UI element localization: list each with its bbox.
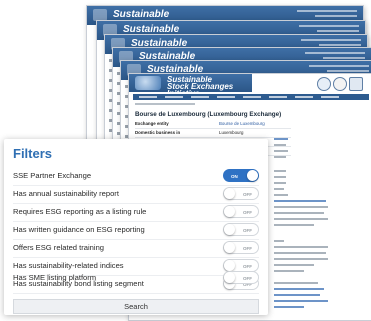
filter-toggle[interactable]: OFF bbox=[223, 187, 259, 200]
filter-label: Offers ESG related training bbox=[13, 243, 105, 252]
toggle-knob bbox=[247, 170, 258, 181]
partner-logo-icon bbox=[349, 77, 363, 91]
header-nav-lines bbox=[297, 10, 357, 20]
table-value: Luxembourg bbox=[219, 130, 244, 135]
site-nav-bar[interactable] bbox=[133, 94, 369, 100]
filter-label: Has written guidance on ESG reporting bbox=[13, 225, 145, 234]
table-key: Domestic business in bbox=[135, 130, 181, 135]
filter-toggle[interactable]: ON bbox=[223, 169, 259, 182]
toggle-knob bbox=[224, 206, 235, 217]
toggle-state-text: OFF bbox=[243, 276, 252, 281]
table-row: Domestic business in Luxembourg bbox=[135, 129, 291, 138]
filter-toggle[interactable]: OFF bbox=[223, 223, 259, 236]
toggle-state-text: ON bbox=[231, 174, 238, 179]
table-key: Exchange entity bbox=[135, 121, 169, 126]
site-header-banner: Sustainable Stock Exchanges Initiative bbox=[129, 74, 252, 98]
filter-row-sme-platform[interactable]: Has SME listing platform OFF bbox=[13, 270, 259, 286]
filter-label: Requires ESG reporting as a listing rule bbox=[13, 207, 147, 216]
filter-row-esg-training[interactable]: Offers ESG related training OFF bbox=[13, 240, 259, 256]
toggle-state-text: OFF bbox=[243, 192, 252, 197]
partner-logo-icon bbox=[333, 77, 347, 91]
page-content-lines bbox=[274, 240, 334, 276]
un-emblem-icon bbox=[317, 77, 331, 91]
breadcrumb[interactable] bbox=[135, 103, 195, 105]
page-content-lines bbox=[274, 138, 334, 162]
filter-toggle[interactable]: OFF bbox=[223, 271, 259, 284]
filter-label: Has sustainability-related indices bbox=[13, 261, 124, 270]
table-row: Exchange entity Bourse de Luxembourg bbox=[135, 120, 291, 129]
page-title: Bourse de Luxembourg (Luxembourg Exchang… bbox=[135, 111, 282, 118]
filter-row-sse-partner[interactable]: SSE Partner Exchange ON bbox=[13, 168, 259, 184]
page-content-lines bbox=[274, 282, 334, 312]
toggle-knob bbox=[224, 224, 235, 235]
filter-row-esg-listing-rule[interactable]: Requires ESG reporting as a listing rule… bbox=[13, 204, 259, 220]
filters-panel: Filters SSE Partner Exchange ON Has annu… bbox=[4, 139, 268, 315]
toggle-knob bbox=[224, 272, 235, 283]
filter-label: SSE Partner Exchange bbox=[13, 171, 92, 180]
filter-row-annual-report[interactable]: Has annual sustainability report OFF bbox=[13, 186, 259, 202]
filter-toggle[interactable]: OFF bbox=[223, 205, 259, 218]
toggle-knob bbox=[224, 188, 235, 199]
filter-label: Has SME listing platform bbox=[13, 273, 97, 282]
search-button[interactable]: Search bbox=[13, 299, 259, 314]
toggle-knob bbox=[224, 242, 235, 253]
toggle-state-text: OFF bbox=[243, 210, 252, 215]
toggle-state-text: OFF bbox=[243, 246, 252, 251]
page-header-title: Sustainable bbox=[113, 9, 170, 20]
page-content-lines bbox=[274, 170, 334, 230]
globe-logo-icon bbox=[135, 76, 161, 90]
filter-row-esg-guidance[interactable]: Has written guidance on ESG reporting OF… bbox=[13, 222, 259, 238]
site-header: Sustainable Stock Exchanges Initiative bbox=[129, 74, 371, 98]
filter-label: Has annual sustainability report bbox=[13, 189, 119, 198]
toggle-state-text: OFF bbox=[243, 228, 252, 233]
filter-toggle[interactable]: OFF bbox=[223, 241, 259, 254]
table-value-link[interactable]: Bourse de Luxembourg bbox=[219, 120, 291, 128]
filters-title: Filters bbox=[13, 146, 53, 161]
row-divider bbox=[13, 293, 259, 294]
